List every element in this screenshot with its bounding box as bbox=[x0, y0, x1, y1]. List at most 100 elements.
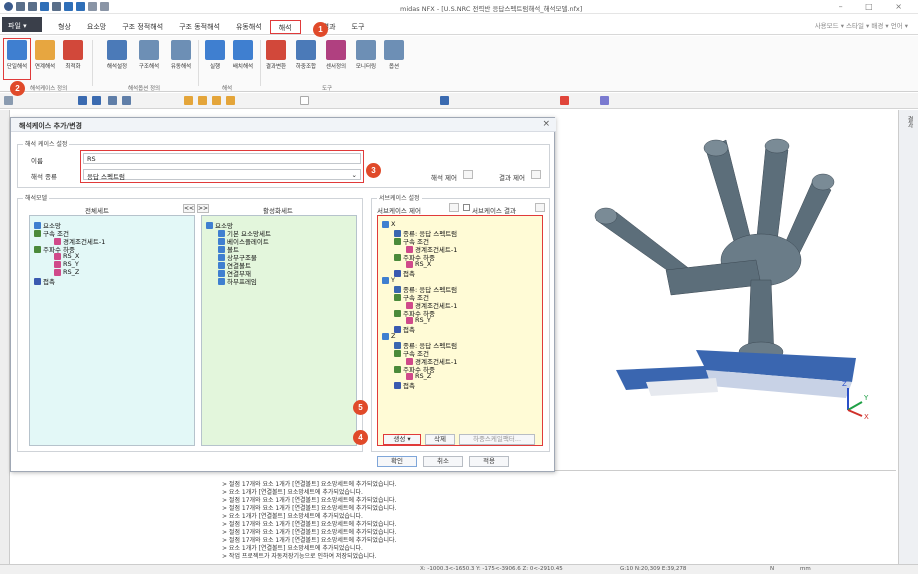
tree-node-label: 접촉 bbox=[403, 270, 415, 278]
tab-cfd[interactable]: 유동해석 bbox=[228, 20, 270, 34]
result-convert-button[interactable]: 결과변환 bbox=[262, 40, 290, 70]
title-bar: midas NFX - [U.S.NRC 전력반 응답스펙트럼해석_해석모델.n… bbox=[0, 0, 918, 14]
window-controls[interactable]: – □ × bbox=[839, 2, 912, 11]
load-combination-label: 하중조합 bbox=[295, 64, 317, 70]
tree-node-label: Y bbox=[391, 276, 395, 284]
single-analysis-button[interactable]: 단일해석 bbox=[4, 40, 30, 70]
batch-analysis-label: 배치해석 bbox=[232, 64, 254, 70]
tree-node[interactable]: RS_Z bbox=[54, 268, 79, 276]
run-button[interactable]: 실행 bbox=[202, 40, 228, 70]
export-icon[interactable] bbox=[76, 2, 85, 11]
case-settings-label: 해석 케이스 설정 bbox=[23, 139, 70, 148]
pan-icon[interactable] bbox=[122, 96, 131, 105]
status-length-unit[interactable]: mm bbox=[800, 566, 811, 572]
group-tools: 도구 bbox=[322, 86, 333, 92]
batch-analysis-button[interactable]: 배치해석 bbox=[230, 40, 256, 70]
app-menu-button[interactable]: 파일 ▾ bbox=[2, 17, 42, 32]
structural-analysis-button[interactable]: 구조해석 bbox=[134, 40, 164, 70]
step-dropdown[interactable] bbox=[300, 96, 309, 105]
results-panel-tab[interactable]: 결과 bbox=[902, 116, 914, 128]
status-force-unit[interactable]: N bbox=[770, 566, 774, 572]
tab-geometry[interactable]: 형상 bbox=[50, 20, 79, 34]
move-left-button[interactable]: << bbox=[183, 204, 195, 213]
tab-mesh[interactable]: 요소망 bbox=[79, 20, 114, 34]
tree-node[interactable]: 접촉 bbox=[34, 276, 55, 286]
subcase-result-checkbox[interactable] bbox=[463, 204, 470, 211]
active-set-tree[interactable]: 요소망 기본 요소망세트 베이스플레이트 볼트 상부구조물 연결볼트 연결부재 … bbox=[201, 215, 357, 446]
tab-dynamic[interactable]: 구조 동적해석 bbox=[171, 20, 228, 34]
dialog-title-bar: 해석케이스 추가/변경 × bbox=[11, 118, 556, 132]
output-line: > 작업 프로젝트가 자동저장기능으로 인하여 저장되었습니다. bbox=[222, 553, 377, 560]
linked-analysis-button[interactable]: 연계해석 bbox=[32, 40, 58, 70]
subcase-control-button[interactable] bbox=[449, 203, 459, 212]
move-right-button[interactable]: >> bbox=[197, 204, 209, 213]
model-viewport[interactable]: Z Y X bbox=[556, 120, 892, 438]
zoom-fit-icon[interactable] bbox=[92, 96, 101, 105]
tab-tools[interactable]: 도구 bbox=[344, 20, 373, 34]
tree-node-label: 접촉 bbox=[403, 382, 415, 390]
result-control-button[interactable] bbox=[531, 170, 541, 179]
output-panel: > 절점 17개와 요소 1개가 [연결볼트] 요소망세트에 추가되었습니다. … bbox=[206, 470, 896, 562]
cancel-button[interactable]: 취소 bbox=[423, 456, 463, 467]
cfd-analysis-button[interactable]: 유동해석 bbox=[166, 40, 196, 70]
analysis-model-label: 해석모델 bbox=[23, 193, 50, 202]
rotate-icon[interactable] bbox=[108, 96, 117, 105]
tree-node[interactable]: 접촉 bbox=[394, 268, 415, 278]
analysis-control-label: 해석 제어 bbox=[431, 174, 457, 182]
options-button[interactable]: 옵션 bbox=[382, 40, 406, 70]
save-as-icon[interactable] bbox=[52, 2, 61, 11]
open-file-icon[interactable] bbox=[28, 2, 37, 11]
view-iso-icon[interactable] bbox=[226, 96, 235, 105]
tree-node[interactable]: 접촉 bbox=[394, 380, 415, 390]
subcase-settings-label: 서브케이스 설정 bbox=[377, 193, 422, 202]
tree-node[interactable]: X bbox=[382, 220, 395, 228]
zoom-icon[interactable] bbox=[78, 96, 87, 105]
highlight-icon[interactable] bbox=[560, 96, 569, 105]
monitoring-button[interactable]: 모니터링 bbox=[352, 40, 380, 70]
optimization-button[interactable]: 최적화 bbox=[60, 40, 86, 70]
structural-analysis-label: 구조해석 bbox=[138, 64, 160, 70]
result-control-label: 결과 제어 bbox=[499, 174, 525, 182]
menubar-options[interactable]: 사용모드 ▾ 스타일 ▾ 배경 ▾ 언어 ▾ bbox=[815, 20, 908, 30]
tab-analysis[interactable]: 해석 bbox=[269, 20, 301, 34]
redo-icon[interactable] bbox=[100, 2, 109, 11]
tree-node[interactable]: Z bbox=[382, 332, 395, 340]
all-set-tree[interactable]: 요소망 구속 조건 경계조건세트-1 주파수 하중 RS_X RS_Y RS_Z… bbox=[29, 215, 195, 446]
load-scale-button[interactable]: 하중스케일팩터... bbox=[459, 434, 535, 445]
apply-button[interactable]: 적용 bbox=[469, 456, 509, 467]
display-mode-icon[interactable] bbox=[440, 96, 449, 105]
case-settings-highlight bbox=[80, 150, 364, 183]
analysis-settings-button[interactable]: 해석설정 bbox=[102, 40, 132, 70]
ok-button[interactable]: 확인 bbox=[377, 456, 417, 467]
subcase-tree[interactable]: X 종류: 응답 스펙트럼 구속 조건 경계조건세트-1 주파수 하중 RS_X… bbox=[377, 215, 543, 446]
import-icon[interactable] bbox=[64, 2, 73, 11]
view-front-icon[interactable] bbox=[184, 96, 193, 105]
delete-subcase-button[interactable]: 삭제 bbox=[425, 434, 455, 445]
analysis-control-button[interactable] bbox=[463, 170, 473, 179]
tree-node[interactable]: Y bbox=[382, 276, 395, 284]
subcase-result-button[interactable] bbox=[535, 203, 545, 212]
undo-icon[interactable] bbox=[88, 2, 97, 11]
new-file-icon[interactable] bbox=[16, 2, 25, 11]
create-subcase-button[interactable]: 생성 ▾ bbox=[383, 434, 421, 445]
group-case-definition: 해석케이스 정의 bbox=[30, 86, 68, 92]
view-top-icon[interactable] bbox=[212, 96, 221, 105]
tree-node[interactable]: RS_Z bbox=[406, 372, 431, 380]
load-combination-button[interactable]: 하중조합 bbox=[292, 40, 320, 70]
view-back-icon[interactable] bbox=[198, 96, 207, 105]
select-icon[interactable] bbox=[4, 96, 13, 105]
linked-analysis-label: 연계해석 bbox=[34, 64, 56, 70]
tree-node[interactable]: RS_X bbox=[54, 252, 79, 260]
tree-node[interactable]: 접촉 bbox=[394, 324, 415, 334]
tree-node[interactable]: RS_X bbox=[406, 260, 431, 268]
filter-icon[interactable] bbox=[600, 96, 609, 105]
tree-node[interactable]: 하부프레임 bbox=[218, 276, 257, 286]
tab-static[interactable]: 구조 정적해석 bbox=[114, 20, 171, 34]
tree-node[interactable]: RS_Y bbox=[54, 260, 79, 268]
tree-node[interactable]: RS_Y bbox=[406, 316, 431, 324]
save-file-icon[interactable] bbox=[40, 2, 49, 11]
tree-node-label: Z bbox=[391, 332, 396, 340]
dialog-close-icon[interactable]: × bbox=[542, 119, 550, 129]
window-title: midas NFX - [U.S.NRC 전력반 응답스펙트럼해석_해석모델.n… bbox=[400, 5, 583, 13]
sensor-definition-button[interactable]: 센서정의 bbox=[322, 40, 350, 70]
